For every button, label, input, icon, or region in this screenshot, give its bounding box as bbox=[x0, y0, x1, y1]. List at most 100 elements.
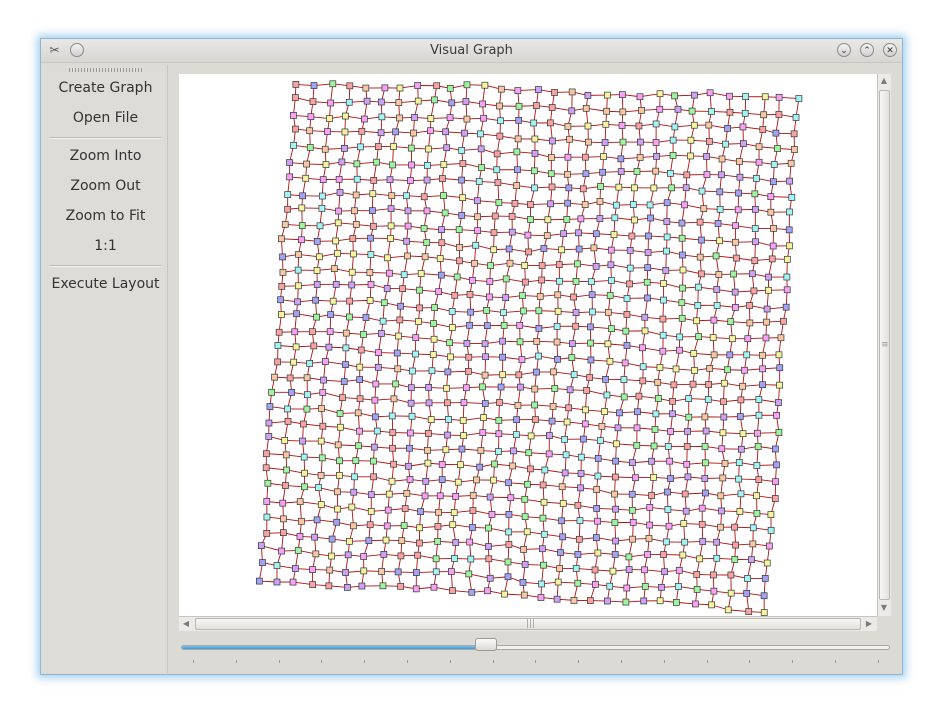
graph-node[interactable] bbox=[513, 416, 520, 424]
graph-node[interactable] bbox=[531, 184, 538, 192]
graph-node[interactable] bbox=[535, 307, 543, 315]
graph-node[interactable] bbox=[790, 130, 798, 138]
graph-node[interactable] bbox=[701, 475, 709, 482]
graph-node[interactable] bbox=[350, 522, 357, 530]
graph-node[interactable] bbox=[379, 582, 387, 590]
graph-node[interactable] bbox=[286, 374, 294, 382]
toolbar-grip[interactable] bbox=[69, 68, 143, 72]
graph-node[interactable] bbox=[696, 253, 704, 261]
graph-node[interactable] bbox=[466, 538, 474, 546]
graph-node[interactable] bbox=[689, 380, 697, 388]
graph-node[interactable] bbox=[284, 191, 292, 198]
graph-node[interactable] bbox=[469, 276, 476, 284]
graph-node[interactable] bbox=[608, 277, 615, 284]
graph-node[interactable] bbox=[739, 430, 747, 438]
graph-node[interactable] bbox=[752, 206, 759, 213]
graph-node[interactable] bbox=[759, 365, 767, 373]
graph-node[interactable] bbox=[525, 248, 532, 256]
graph-node[interactable] bbox=[462, 98, 470, 105]
graph-node[interactable] bbox=[566, 386, 574, 394]
graph-node[interactable] bbox=[363, 97, 371, 105]
graph-node[interactable] bbox=[588, 291, 596, 299]
graph-node[interactable] bbox=[753, 492, 760, 500]
graph-node[interactable] bbox=[547, 200, 554, 208]
graph-node[interactable] bbox=[464, 368, 472, 375]
graph-node[interactable] bbox=[456, 244, 463, 251]
graph-node[interactable] bbox=[611, 490, 618, 498]
graph-node[interactable] bbox=[623, 342, 631, 349]
graph-node[interactable] bbox=[349, 235, 357, 242]
graph-node[interactable] bbox=[425, 145, 432, 153]
graph-node[interactable] bbox=[561, 435, 568, 443]
graph-node[interactable] bbox=[670, 381, 678, 389]
graph-node[interactable] bbox=[604, 91, 611, 99]
graph-node[interactable] bbox=[594, 455, 602, 462]
graph-node[interactable] bbox=[521, 495, 529, 503]
graph-node[interactable] bbox=[718, 507, 725, 515]
graph-node[interactable] bbox=[451, 291, 459, 299]
graph-node[interactable] bbox=[724, 125, 731, 132]
graph-node[interactable] bbox=[538, 580, 545, 588]
graph-node[interactable] bbox=[358, 582, 366, 590]
graph-node[interactable] bbox=[751, 225, 759, 232]
graph-node[interactable] bbox=[538, 262, 546, 269]
graph-node[interactable] bbox=[662, 267, 670, 274]
graph-node[interactable] bbox=[516, 338, 524, 346]
graph-node[interactable] bbox=[688, 107, 696, 115]
graph-node[interactable] bbox=[687, 152, 694, 160]
graph-node[interactable] bbox=[388, 192, 396, 200]
graph-node[interactable] bbox=[760, 111, 768, 119]
graph-node[interactable] bbox=[768, 255, 776, 263]
graph-node[interactable] bbox=[592, 230, 600, 238]
graph-node[interactable] bbox=[700, 205, 708, 213]
graph-node[interactable] bbox=[379, 317, 387, 325]
graph-node[interactable] bbox=[681, 538, 689, 546]
graph-node[interactable] bbox=[440, 192, 447, 199]
graph-node[interactable] bbox=[726, 108, 734, 116]
graph-node[interactable] bbox=[516, 321, 524, 329]
graph-node[interactable] bbox=[336, 189, 344, 196]
graph-node[interactable] bbox=[755, 476, 763, 483]
graph-node[interactable] bbox=[432, 568, 440, 576]
graph-node[interactable] bbox=[446, 114, 454, 122]
graph-node[interactable] bbox=[692, 600, 699, 608]
graph-node[interactable] bbox=[679, 551, 687, 559]
graph-node[interactable] bbox=[718, 155, 726, 163]
graph-node[interactable] bbox=[497, 117, 504, 125]
graph-node[interactable] bbox=[372, 380, 380, 388]
graph-node[interactable] bbox=[540, 561, 547, 569]
graph-node[interactable] bbox=[483, 322, 491, 330]
graph-node[interactable] bbox=[462, 384, 470, 392]
graph-node[interactable] bbox=[664, 443, 672, 450]
graph-node[interactable] bbox=[594, 472, 602, 480]
graph-node[interactable] bbox=[565, 184, 573, 192]
graph-node[interactable] bbox=[479, 429, 487, 436]
graph-node[interactable] bbox=[667, 169, 674, 177]
graph-node[interactable] bbox=[744, 575, 751, 582]
graph-node[interactable] bbox=[521, 561, 529, 568]
graph-node[interactable] bbox=[311, 533, 318, 541]
graph-node[interactable] bbox=[317, 437, 325, 445]
graph-node[interactable] bbox=[625, 553, 633, 561]
graph-node[interactable] bbox=[713, 538, 721, 546]
graph-node[interactable] bbox=[660, 280, 667, 287]
graph-node[interactable] bbox=[586, 597, 594, 604]
graph-node[interactable] bbox=[548, 154, 555, 161]
graph-node[interactable] bbox=[592, 263, 600, 270]
graph-node[interactable] bbox=[535, 325, 543, 332]
graph-node[interactable] bbox=[568, 340, 576, 348]
graph-node[interactable] bbox=[279, 499, 287, 507]
graph-node[interactable] bbox=[358, 127, 366, 135]
graph-node[interactable] bbox=[471, 259, 478, 267]
graph-node[interactable] bbox=[431, 96, 438, 104]
graph-node[interactable] bbox=[457, 461, 464, 469]
graph-node[interactable] bbox=[485, 555, 493, 563]
graph-node[interactable] bbox=[490, 476, 497, 484]
graph-node[interactable] bbox=[679, 284, 686, 292]
graph-node[interactable] bbox=[509, 462, 516, 470]
graph-node[interactable] bbox=[737, 490, 745, 498]
graph-node[interactable] bbox=[352, 191, 360, 199]
graph-node[interactable] bbox=[732, 222, 739, 230]
graph-node[interactable] bbox=[671, 92, 678, 100]
graph-node[interactable] bbox=[352, 221, 360, 228]
